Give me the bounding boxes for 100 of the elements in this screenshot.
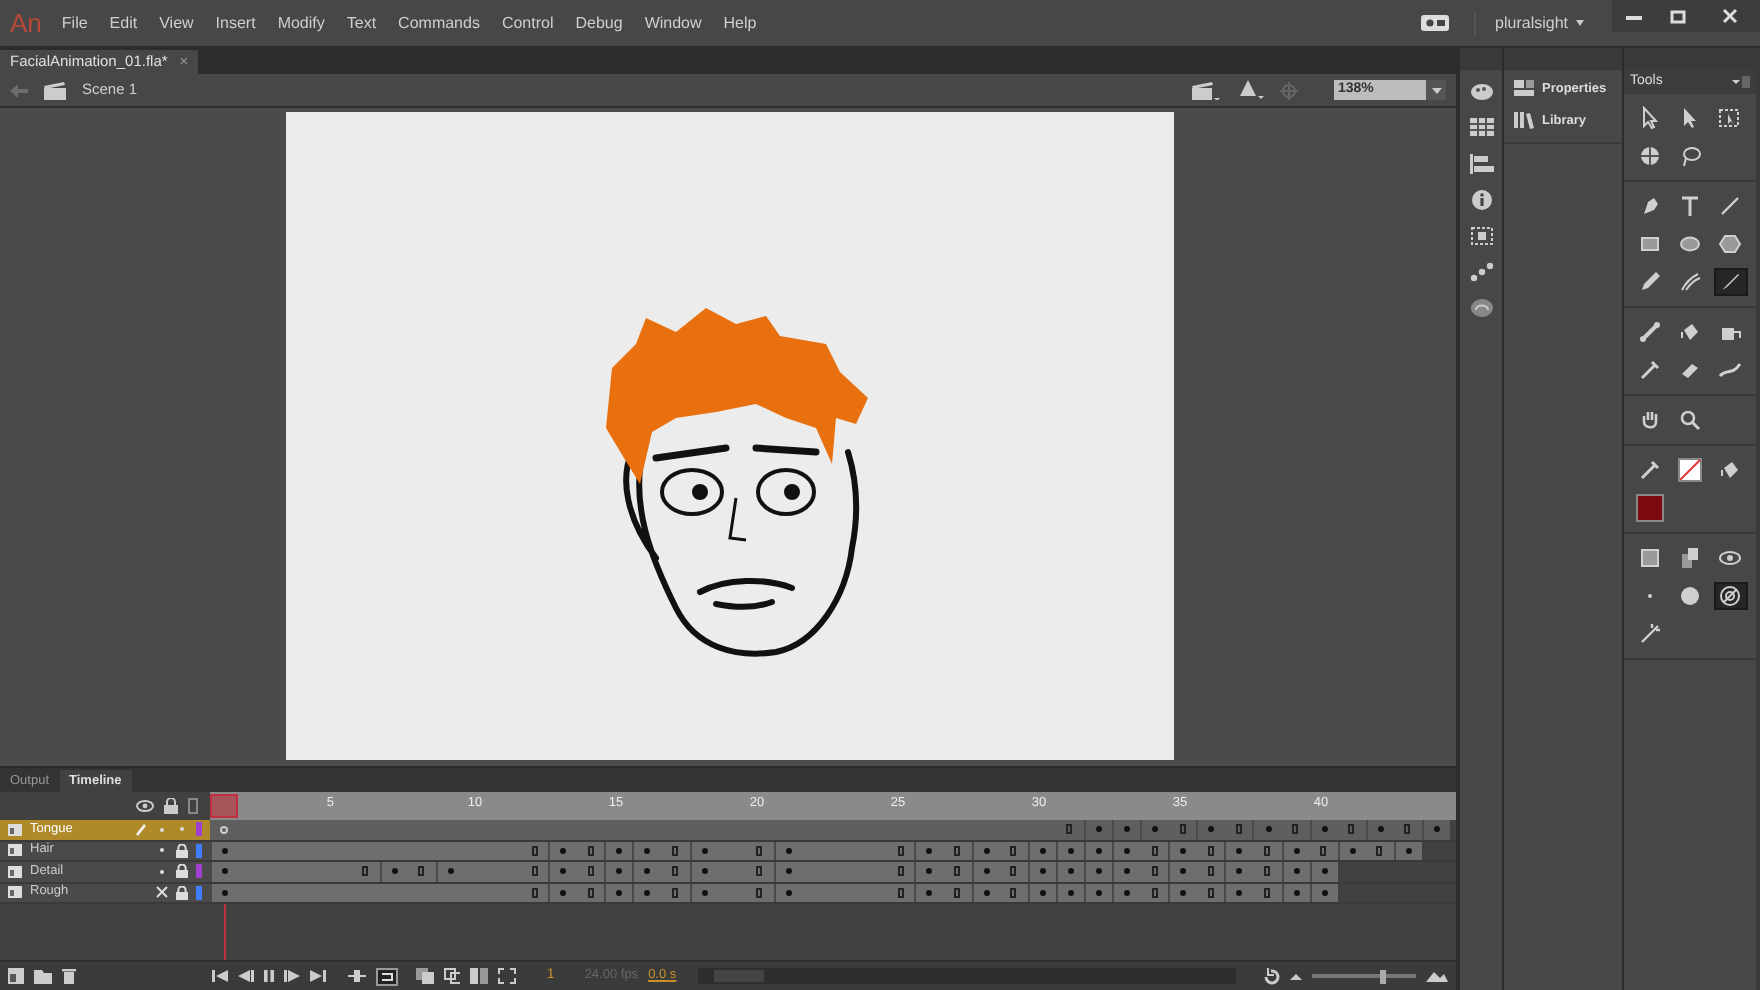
visible-dot-icon[interactable] — [156, 844, 168, 857]
close-button[interactable] — [1700, 0, 1760, 32]
frame-cell[interactable] — [745, 862, 774, 881]
outline-icon[interactable] — [188, 798, 198, 814]
frame-cell[interactable] — [999, 862, 1028, 881]
frame-cell[interactable] — [435, 862, 464, 881]
frame-cell[interactable] — [886, 862, 915, 881]
frame-cell[interactable] — [1055, 862, 1084, 881]
fill-color-swatch[interactable] — [1636, 494, 1664, 522]
frame-cell[interactable] — [632, 862, 661, 881]
frame-cell[interactable] — [1112, 883, 1141, 902]
edit-frames-icon[interactable] — [470, 968, 489, 984]
frame-cell[interactable] — [379, 862, 408, 881]
frame-cell[interactable] — [548, 883, 577, 902]
frame-cell[interactable] — [576, 841, 605, 860]
menu-item[interactable]: Help — [723, 11, 757, 35]
frame-cell[interactable] — [1196, 883, 1225, 902]
center-frame-icon[interactable] — [347, 970, 366, 982]
menu-item[interactable]: View — [159, 11, 194, 35]
swatches-icon[interactable] — [1469, 118, 1493, 138]
unlocked-dot-icon[interactable] — [176, 822, 188, 837]
frame-cell[interactable] — [1083, 862, 1112, 881]
menu-item[interactable]: Commands — [398, 11, 480, 35]
frame-cell[interactable] — [1112, 841, 1141, 860]
lock-icon[interactable] — [164, 798, 178, 814]
frame-cell[interactable] — [1027, 862, 1056, 881]
menu-item[interactable]: Debug — [575, 11, 623, 35]
step-forward-icon[interactable] — [283, 970, 300, 982]
frame-cell[interactable] — [1083, 820, 1112, 839]
frame-cell[interactable] — [1224, 841, 1253, 860]
account-menu[interactable]: pluralsight — [1473, 11, 1584, 35]
frame-cell[interactable] — [942, 862, 972, 881]
folder-icon[interactable] — [33, 969, 52, 983]
frame-cell[interactable] — [520, 841, 549, 860]
frame-cell[interactable] — [1055, 820, 1084, 839]
frame-cell[interactable] — [407, 862, 436, 881]
info-icon[interactable] — [1469, 190, 1493, 210]
menu-item[interactable]: Modify — [277, 11, 325, 35]
outline-color-swatch[interactable] — [196, 864, 202, 879]
frame-cell[interactable] — [1309, 820, 1338, 839]
frame-cell[interactable] — [604, 862, 633, 881]
menu-item[interactable]: Insert — [215, 11, 256, 35]
lock-icon[interactable] — [176, 843, 188, 858]
menu-item[interactable]: File — [61, 11, 88, 35]
eye-icon[interactable] — [136, 800, 154, 812]
lock-icon[interactable] — [176, 885, 188, 900]
large-mountain-icon[interactable] — [1426, 971, 1448, 981]
frame-cell[interactable] — [520, 862, 549, 881]
new-layer-icon[interactable] — [8, 968, 24, 984]
align-icon[interactable] — [1469, 154, 1493, 174]
transform-icon[interactable] — [1469, 226, 1493, 246]
outline-color-swatch[interactable] — [196, 822, 202, 837]
last-frame-icon[interactable] — [309, 970, 326, 982]
frame-cell[interactable] — [1196, 820, 1225, 839]
minimize-button[interactable] — [1612, 0, 1656, 32]
menu-item[interactable]: Control — [501, 11, 554, 35]
onion-skin-icon[interactable] — [415, 968, 433, 984]
frame-cell[interactable] — [1224, 862, 1253, 881]
visible-dot-icon[interactable] — [156, 865, 168, 878]
outline-color-swatch[interactable] — [196, 843, 202, 858]
frame-cell[interactable] — [1140, 862, 1169, 881]
frame-cell[interactable] — [971, 862, 1000, 881]
back-arrow-icon[interactable] — [10, 83, 28, 97]
frame-cell[interactable] — [1140, 820, 1169, 839]
tool-button[interactable] — [1673, 456, 1707, 484]
frame-cell[interactable] — [1196, 841, 1225, 860]
dots-icon[interactable] — [1469, 262, 1493, 282]
frame-cell[interactable] — [1168, 862, 1197, 881]
frame-cell[interactable] — [914, 841, 943, 860]
frame-cell[interactable] — [1281, 820, 1310, 839]
frame-cell[interactable] — [576, 883, 605, 902]
visible-dot-icon[interactable] — [156, 823, 168, 836]
frame-cell[interactable] — [210, 841, 239, 860]
lock-icon[interactable] — [176, 864, 188, 879]
zoom-dropdown[interactable] — [1426, 80, 1446, 100]
hidden-x-icon[interactable] — [156, 886, 168, 899]
loop-icon[interactable] — [375, 967, 398, 985]
step-back-icon[interactable] — [237, 970, 254, 982]
frame-cell[interactable] — [1224, 820, 1253, 839]
frame-cell[interactable] — [520, 883, 549, 902]
onion-outline-icon[interactable] — [443, 968, 461, 984]
frame-cell[interactable] — [886, 841, 915, 860]
frame-cell[interactable] — [914, 862, 943, 881]
frame-cell[interactable] — [210, 862, 239, 881]
frame-cell[interactable] — [1196, 862, 1225, 881]
marker-icon[interactable] — [498, 968, 517, 984]
frame-cell[interactable] — [604, 883, 633, 902]
trash-icon[interactable] — [61, 968, 76, 984]
frame-cell[interactable] — [350, 862, 380, 881]
frame-cell[interactable] — [1112, 820, 1141, 839]
frame-cell[interactable] — [576, 862, 605, 881]
frame-cell[interactable] — [1337, 820, 1366, 839]
frame-cell[interactable] — [1168, 883, 1197, 902]
menu-item[interactable]: Window — [644, 11, 702, 35]
first-frame-icon[interactable] — [211, 970, 228, 982]
frame-cell[interactable] — [548, 862, 577, 881]
workspace-icon[interactable] — [1419, 14, 1450, 32]
frame-cell[interactable] — [773, 862, 802, 881]
tool-button[interactable] — [1713, 582, 1747, 610]
frame-cell[interactable] — [689, 862, 718, 881]
